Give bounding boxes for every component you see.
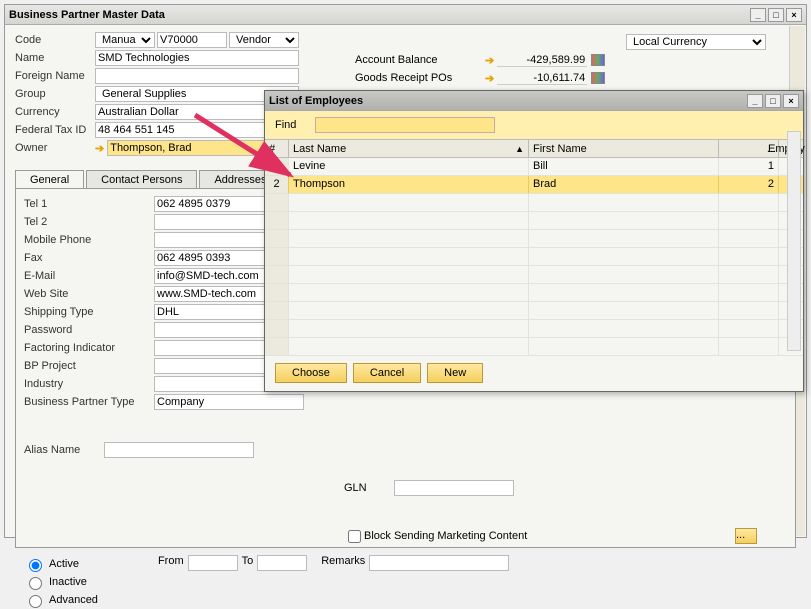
foreign-name-input[interactable] — [95, 68, 299, 84]
from-label: From — [158, 555, 184, 567]
remarks-input[interactable] — [369, 555, 509, 571]
balance-link-icon[interactable]: ➔ — [485, 54, 494, 67]
field-label: Tel 1 — [24, 198, 154, 210]
modal-titlebar: List of Employees _ □ × — [265, 91, 803, 111]
status-advanced-radio[interactable] — [29, 595, 42, 608]
balance-value-0: -429,589.99 — [497, 54, 587, 67]
balance-label-1: Goods Receipt POs — [355, 72, 485, 84]
field-label: Shipping Type — [24, 306, 154, 318]
minimize-button[interactable]: _ — [750, 8, 766, 22]
modal-close-button[interactable]: × — [783, 94, 799, 108]
field-label: Web Site — [24, 288, 154, 300]
new-button[interactable]: New — [427, 363, 483, 383]
group-label: Group — [15, 88, 95, 100]
cell-firstname: Brad — [529, 176, 719, 193]
alias-input[interactable] — [104, 442, 254, 458]
cell-lastname: Levine — [289, 158, 529, 175]
owner-label: Owner — [15, 142, 95, 154]
name-input[interactable] — [95, 50, 299, 66]
code-label: Code — [15, 34, 95, 46]
col-employ[interactable]: Employ...Employ — [719, 140, 779, 157]
from-input[interactable] — [188, 555, 238, 571]
field-label: Fax — [24, 252, 154, 264]
modal-maximize-button[interactable]: □ — [765, 94, 781, 108]
modal-title: List of Employees — [269, 95, 363, 107]
field-label: Password — [24, 324, 154, 336]
to-input[interactable] — [257, 555, 307, 571]
balance-label-0: Account Balance — [355, 54, 485, 66]
status-active-label: Active — [49, 558, 79, 570]
status-active-radio[interactable] — [29, 559, 42, 572]
main-title: Business Partner Master Data — [9, 9, 165, 21]
name-label: Name — [15, 52, 95, 64]
balance-link-icon[interactable]: ➔ — [485, 72, 494, 85]
foreign-name-label: Foreign Name — [15, 70, 95, 82]
cell-firstname: Bill — [529, 158, 719, 175]
gln-input[interactable] — [394, 480, 514, 496]
table-row[interactable]: 1LevineBill1 — [265, 158, 803, 176]
choose-button[interactable]: Choose — [275, 363, 347, 383]
table-row[interactable]: 2ThompsonBrad2 — [265, 176, 803, 194]
owner-link-arrow-icon[interactable]: ➔ — [95, 142, 104, 155]
maximize-button[interactable]: □ — [768, 8, 784, 22]
field-input-11[interactable] — [154, 394, 304, 410]
tab-general[interactable]: General — [15, 170, 84, 189]
currency-label: Currency — [15, 106, 95, 118]
bp-type-select[interactable]: Vendor — [229, 32, 299, 48]
grid-scrollbar[interactable] — [787, 131, 801, 351]
employees-grid: # Last Name▲ First Name Employ...Employ … — [265, 139, 803, 356]
cell-employ: 1 — [719, 158, 779, 175]
remarks-label: Remarks — [321, 555, 365, 567]
col-firstname[interactable]: First Name — [529, 140, 719, 157]
chart-icon[interactable] — [591, 54, 605, 66]
find-input[interactable] — [315, 117, 495, 133]
fedtax-label: Federal Tax ID — [15, 124, 95, 136]
close-button[interactable]: × — [786, 8, 802, 22]
code-input[interactable] — [157, 32, 227, 48]
cell-num: 1 — [265, 158, 289, 175]
modal-minimize-button[interactable]: _ — [747, 94, 763, 108]
field-label: Mobile Phone — [24, 234, 154, 246]
field-label: Business Partner Type — [24, 396, 154, 408]
cell-num: 2 — [265, 176, 289, 193]
status-inactive-label: Inactive — [49, 576, 87, 588]
grid-header: # Last Name▲ First Name Employ...Employ — [265, 140, 803, 158]
field-label: BP Project — [24, 360, 154, 372]
find-row: Find — [265, 111, 803, 139]
chart-icon[interactable] — [591, 72, 605, 84]
cell-lastname: Thompson — [289, 176, 529, 193]
field-label: Factoring Indicator — [24, 342, 154, 354]
block-marketing-label: Block Sending Marketing Content — [364, 530, 527, 542]
status-advanced-label: Advanced — [49, 594, 98, 606]
code-type-select[interactable]: Manual — [95, 32, 155, 48]
find-label: Find — [275, 119, 315, 131]
col-lastname[interactable]: Last Name▲ — [289, 140, 529, 157]
cell-employ: 2 — [719, 176, 779, 193]
local-currency-select[interactable]: Local Currency — [626, 34, 766, 50]
alias-label: Alias Name — [24, 444, 104, 456]
sort-asc-icon: ▲ — [515, 144, 524, 154]
tab-contact-persons[interactable]: Contact Persons — [86, 170, 197, 189]
gln-label: GLN — [344, 482, 394, 494]
field-label: E-Mail — [24, 270, 154, 282]
cancel-button[interactable]: Cancel — [353, 363, 421, 383]
to-label: To — [242, 555, 254, 567]
field-label: Industry — [24, 378, 154, 390]
status-inactive-radio[interactable] — [29, 577, 42, 590]
balance-value-1: -10,611.74 — [497, 72, 587, 85]
col-num[interactable]: # — [265, 140, 289, 157]
field-label: Tel 2 — [24, 216, 154, 228]
main-titlebar: Business Partner Master Data _ □ × — [5, 5, 806, 25]
block-marketing-checkbox[interactable] — [348, 530, 361, 543]
employees-modal: List of Employees _ □ × Find # Last Name… — [264, 90, 804, 392]
